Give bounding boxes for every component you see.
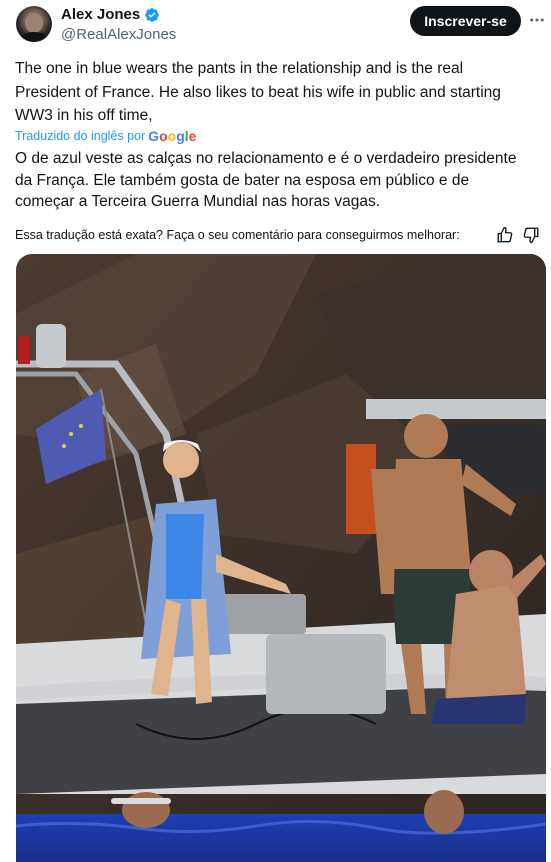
translated-by-label: Traduzido do inglês por bbox=[15, 129, 146, 143]
boat-scene-illustration bbox=[16, 254, 546, 862]
follow-button[interactable]: Inscrever-se bbox=[410, 6, 521, 36]
verified-badge-icon bbox=[145, 7, 160, 22]
more-horizontal-icon[interactable] bbox=[527, 8, 547, 32]
tweet-photo[interactable] bbox=[16, 254, 546, 862]
avatar-face bbox=[25, 13, 43, 33]
tweet-text-line: The one in blue wears the pants in the r… bbox=[15, 60, 464, 77]
google-logo: Google bbox=[148, 128, 197, 144]
thumbs-down-icon[interactable] bbox=[522, 226, 540, 244]
translated-by[interactable]: Traduzido do inglês por Google bbox=[15, 128, 196, 144]
tweet-text-line: WW3 in his off time, bbox=[15, 107, 153, 124]
author-name-row: Alex Jones bbox=[61, 6, 160, 23]
translation-line: da França. Ele também gosta de bater na … bbox=[15, 171, 470, 189]
translation-line: O de azul veste as calças no relacioname… bbox=[15, 150, 517, 167]
translation-feedback-prompt: Essa tradução está exata? Faça o seu com… bbox=[15, 228, 460, 242]
translation-line: começar a Terceira Guerra Mundial nas ho… bbox=[15, 193, 380, 210]
avatar-shirt bbox=[20, 32, 48, 42]
avatar[interactable] bbox=[16, 6, 52, 42]
thumbs-up-icon[interactable] bbox=[496, 226, 514, 244]
author-handle[interactable]: @RealAlexJones bbox=[61, 26, 176, 43]
tweet-text-line: President of France. He also likes to be… bbox=[15, 83, 501, 101]
tweet-text: The one in blue wears the pants in the r… bbox=[15, 57, 530, 128]
translation-text: O de azul veste as calças no relacioname… bbox=[15, 148, 540, 213]
author-name[interactable]: Alex Jones bbox=[61, 6, 140, 23]
